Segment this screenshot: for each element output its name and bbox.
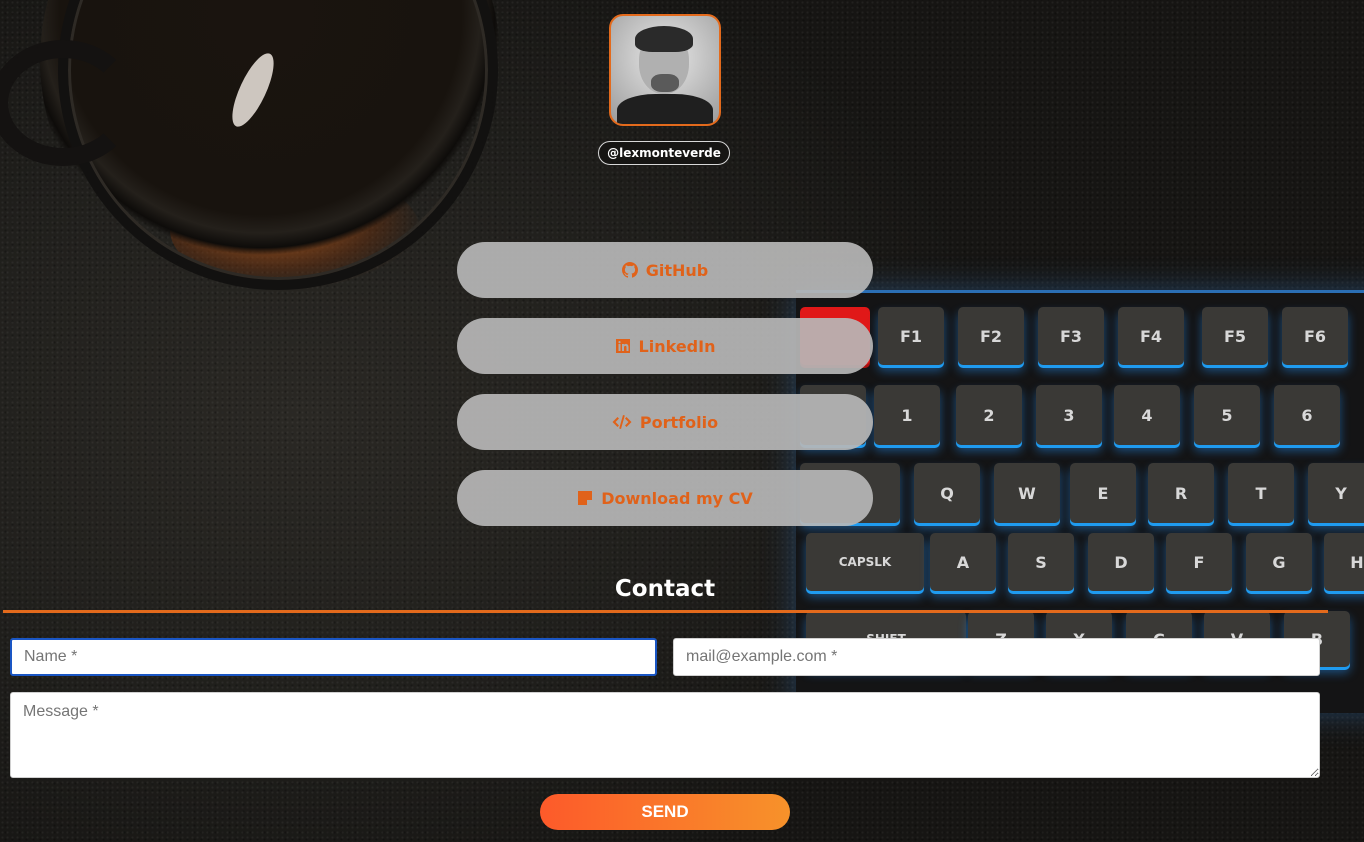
- name-field[interactable]: [10, 638, 657, 676]
- key-f3: F3: [1038, 307, 1104, 365]
- key-f5: F5: [1202, 307, 1268, 365]
- key-f6: F6: [1282, 307, 1348, 365]
- key-1: 1: [874, 385, 940, 445]
- email-field[interactable]: [673, 638, 1320, 676]
- key-e: E: [1070, 463, 1136, 523]
- key-q: Q: [914, 463, 980, 523]
- linkedin-button[interactable]: LinkedIn: [457, 318, 873, 374]
- linkedin-label: LinkedIn: [638, 336, 716, 356]
- key-4: 4: [1114, 385, 1180, 445]
- download-cv-label: Download my CV: [601, 488, 753, 508]
- linkedin-icon: [615, 339, 630, 353]
- key-f4: F4: [1118, 307, 1184, 365]
- download-cv-button[interactable]: Download my CV: [457, 470, 873, 526]
- message-field[interactable]: [10, 692, 1320, 778]
- send-button[interactable]: SEND: [540, 794, 790, 830]
- github-button[interactable]: GitHub: [457, 242, 873, 298]
- key-2: 2: [956, 385, 1022, 445]
- github-label: GitHub: [645, 260, 709, 280]
- key-f2: F2: [958, 307, 1024, 365]
- contact-heading: Contact: [614, 576, 716, 602]
- key-f1: F1: [878, 307, 944, 365]
- avatar-beard: [651, 74, 679, 92]
- key-w: W: [994, 463, 1060, 523]
- key-h: H: [1324, 533, 1364, 591]
- key-r: R: [1148, 463, 1214, 523]
- key-5: 5: [1194, 385, 1260, 445]
- document-icon: [578, 491, 593, 505]
- key-3: 3: [1036, 385, 1102, 445]
- profile-avatar: [609, 14, 721, 126]
- key-y: Y: [1308, 463, 1364, 523]
- portfolio-label: Portfolio: [639, 412, 719, 432]
- portfolio-button[interactable]: Portfolio: [457, 394, 873, 450]
- avatar-hair: [635, 26, 693, 52]
- avatar-shirt: [617, 94, 713, 124]
- link-list: GitHub LinkedIn Portfolio Download my CV: [457, 242, 873, 546]
- profile-handle: @lexmonteverde: [598, 141, 730, 165]
- key-t: T: [1228, 463, 1294, 523]
- code-icon: [612, 415, 632, 429]
- contact-divider: [3, 610, 1328, 613]
- github-icon: [621, 262, 638, 278]
- key-6: 6: [1274, 385, 1340, 445]
